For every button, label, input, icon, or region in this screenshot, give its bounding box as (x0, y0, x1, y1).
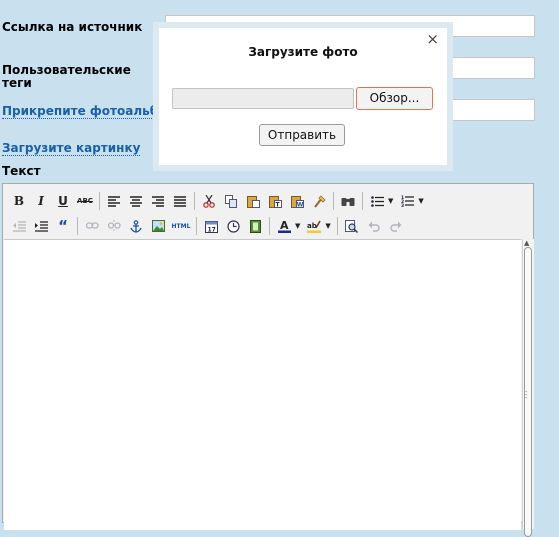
svg-text:3: 3 (401, 203, 404, 207)
attach-album-link[interactable]: Прикрепите фотоальбо (2, 104, 167, 119)
scroll-up-icon[interactable]: ▲ (524, 239, 529, 247)
bold-button[interactable]: B (9, 191, 29, 211)
svg-text:17: 17 (207, 226, 215, 233)
indent-icon[interactable] (31, 216, 51, 236)
user-tags-label: Пользовательские теги (2, 63, 131, 90)
preview-icon[interactable] (342, 216, 362, 236)
blockquote-button[interactable]: “ (53, 216, 73, 236)
find-icon[interactable] (338, 191, 358, 211)
toolbar-separator (196, 217, 197, 235)
clean-format-icon[interactable] (309, 191, 329, 211)
browse-button[interactable]: Обзор... (356, 87, 433, 110)
undo-icon[interactable] (364, 216, 384, 236)
toolbar-separator (194, 192, 195, 210)
dialog-title: Загрузите фото (248, 45, 358, 59)
editor-text-area[interactable] (4, 239, 521, 530)
html-button[interactable]: HTML (170, 216, 192, 236)
file-path-field[interactable] (172, 88, 354, 109)
media-icon[interactable] (245, 216, 265, 236)
submit-button[interactable]: Отправить (259, 124, 345, 146)
italic-button[interactable]: I (31, 191, 51, 211)
bullet-list-icon[interactable] (367, 191, 387, 211)
close-icon[interactable]: × (426, 31, 439, 47)
grip-icon: --- (525, 388, 528, 402)
svg-text:A: A (280, 220, 289, 232)
paste-icon[interactable] (243, 191, 263, 211)
svg-text:ab: ab (307, 222, 317, 230)
chevron-down-icon[interactable]: ▼ (295, 222, 300, 230)
editor-scrollbar[interactable]: ▲ --- (522, 239, 534, 537)
chevron-down-icon[interactable]: ▼ (418, 197, 423, 205)
align-justify-icon[interactable] (170, 191, 190, 211)
toolbar-separator (333, 192, 334, 210)
toolbar-row-2: “ HTML 17 A ▼ ab ▼ (9, 215, 408, 237)
rich-text-editor: B I U ABC T W ▼ 123 ▼ “ HTML 17 A ▼ ab ▼… (2, 183, 534, 537)
redo-icon[interactable] (386, 216, 406, 236)
image-icon[interactable] (148, 216, 168, 236)
text-label: Текст (2, 164, 41, 178)
svg-text:W: W (296, 201, 303, 208)
chevron-down-icon[interactable]: ▼ (325, 222, 330, 230)
numbered-list-icon[interactable]: 123 (397, 191, 417, 211)
toolbar-separator (362, 192, 363, 210)
cut-icon[interactable] (199, 191, 219, 211)
upload-picture-link[interactable]: Загрузите картинку (2, 141, 141, 156)
align-center-icon[interactable] (126, 191, 146, 211)
align-right-icon[interactable] (148, 191, 168, 211)
strikethrough-button[interactable]: ABC (75, 191, 95, 211)
copy-icon[interactable] (221, 191, 241, 211)
toolbar-separator (99, 192, 100, 210)
insert-time-icon[interactable] (223, 216, 243, 236)
chevron-down-icon[interactable]: ▼ (388, 197, 393, 205)
toolbar-separator (77, 217, 78, 235)
dialog-body: Загрузите фото × Обзор... Отправить (159, 28, 447, 165)
toolbar-separator (336, 217, 338, 235)
source-link-label: Ссылка на источник (2, 20, 143, 34)
link-icon[interactable] (82, 216, 102, 236)
paste-word-icon[interactable]: W (287, 191, 307, 211)
paste-text-icon[interactable]: T (265, 191, 285, 211)
toolbar-separator (269, 217, 270, 235)
anchor-icon[interactable] (126, 216, 146, 236)
outdent-icon[interactable] (9, 216, 29, 236)
insert-date-icon[interactable]: 17 (201, 216, 221, 236)
unlink-icon[interactable] (104, 216, 124, 236)
background-color-icon[interactable]: ab (304, 216, 324, 236)
toolbar-row-1: B I U ABC T W ▼ 123 ▼ (9, 190, 428, 212)
upload-photo-dialog: Загрузите фото × Обзор... Отправить (153, 22, 453, 171)
text-color-icon[interactable]: A (274, 216, 294, 236)
underline-button[interactable]: U (53, 191, 73, 211)
align-left-icon[interactable] (104, 191, 124, 211)
